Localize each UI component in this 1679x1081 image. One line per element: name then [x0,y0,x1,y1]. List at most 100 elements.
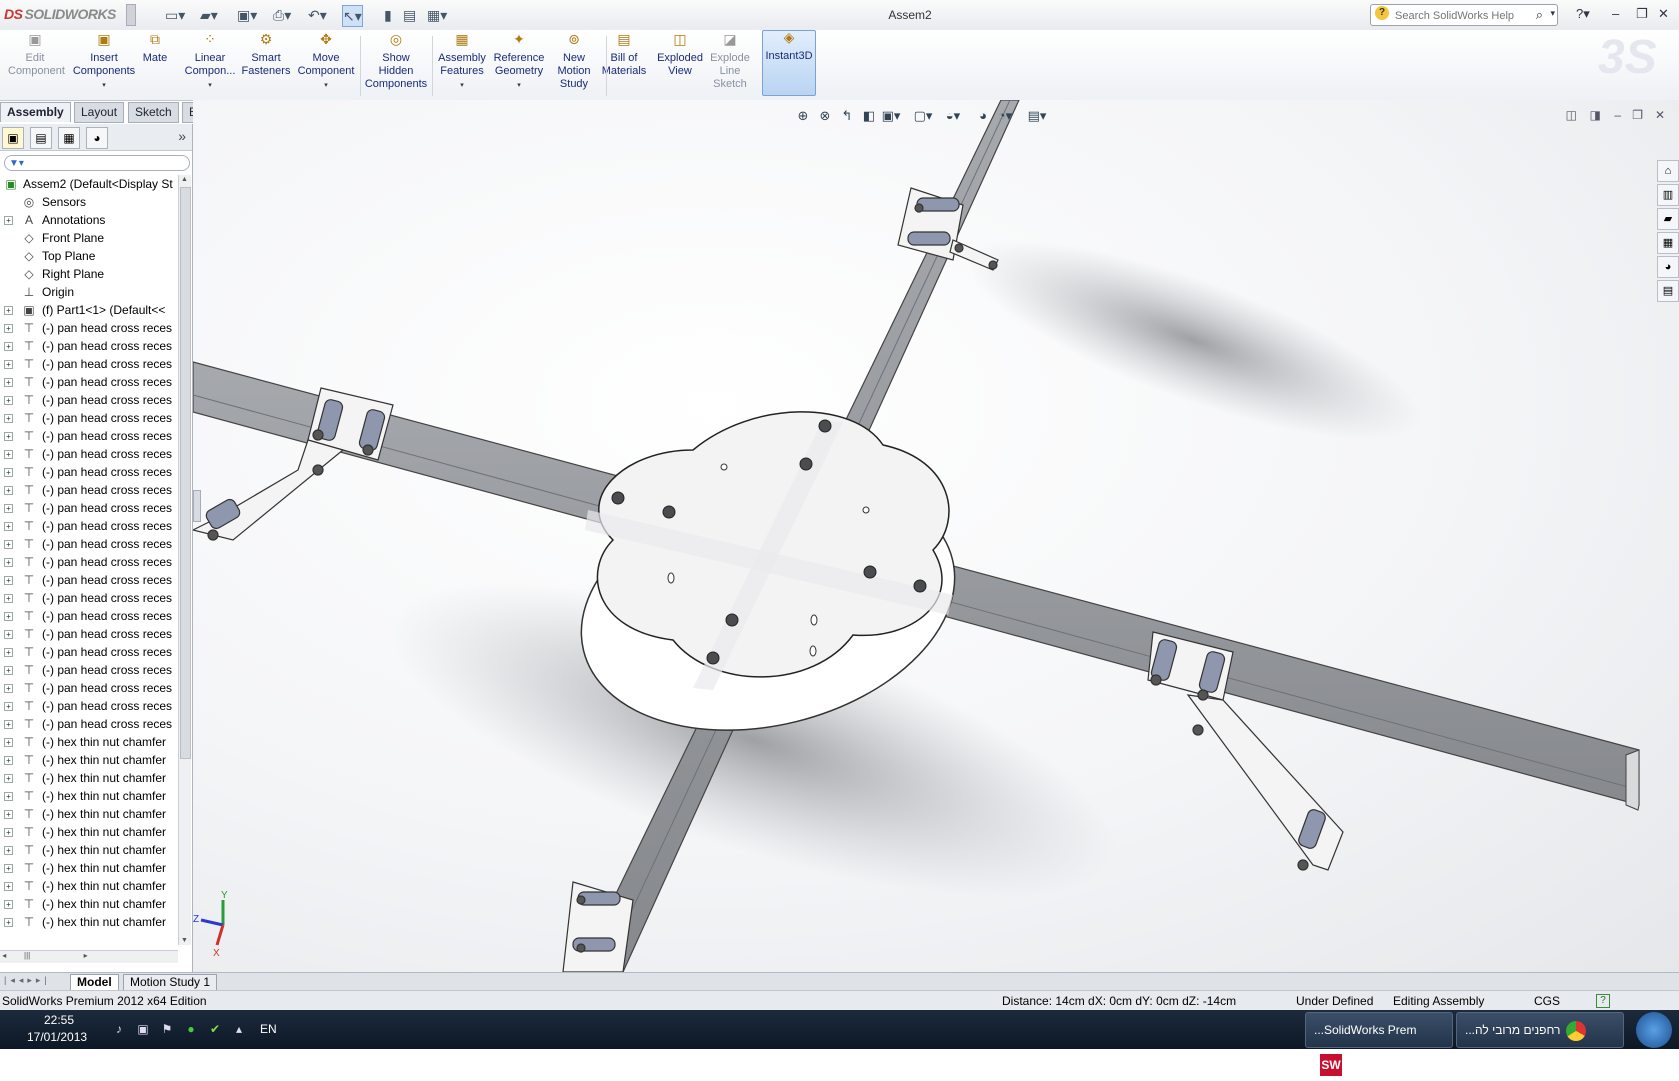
tree-item[interactable]: + ▣ (f) Part1<1> (Default<< [0,301,176,319]
sync-icon[interactable]: ✔ [208,1022,222,1036]
ribbon-button-mate[interactable]: ⧉ Mate [140,32,170,65]
clock-date[interactable]: 17/01/2013 [27,1030,87,1044]
tab-sketch[interactable]: Sketch [128,102,179,123]
tree-horizontal-scrollbar[interactable]: ◂ ||| ▸ [0,950,178,963]
ribbon-button-show-hidden[interactable]: ◎ Show Hidden Components [364,32,428,91]
options-icon[interactable]: ▦▾ [427,5,447,25]
scroll-down-icon[interactable]: ▼ [181,937,188,944]
rebuild-icon[interactable]: ▮ [384,5,392,25]
new-document-icon[interactable]: ▭▾ [165,5,185,25]
expand-icon[interactable]: + [4,918,13,927]
expand-icon[interactable]: + [4,900,13,909]
security-icon[interactable]: ● [184,1022,198,1036]
tree-item[interactable]: ◇ Right Plane [0,265,176,283]
tree-item[interactable]: + ⊤ (-) hex thin nut chamfer [0,877,176,895]
assembly-model-view[interactable] [193,100,1679,972]
expand-icon[interactable]: + [4,504,13,513]
tree-item[interactable]: + ⊤ (-) pan head cross reces [0,319,176,337]
ribbon-button-bom[interactable]: ▤ Bill of Materials [600,32,648,78]
expand-icon[interactable]: + [4,378,13,387]
dropdown-arrow-icon[interactable]: ▾ [296,79,356,92]
tree-item[interactable]: ⊥ Origin [0,283,176,301]
expand-icon[interactable]: + [4,558,13,567]
property-manager-tab-icon[interactable]: ▤ [30,127,52,149]
split-view-icon[interactable]: ◫ [1566,108,1577,122]
expand-icon[interactable]: + [4,720,13,729]
tab-scroll-arrows-icon[interactable]: |◂◂▸▸| [4,975,51,986]
tree-item[interactable]: + ⊤ (-) pan head cross reces [0,715,176,733]
expand-icon[interactable]: + [4,738,13,747]
tree-item[interactable]: + ⊤ (-) pan head cross reces [0,661,176,679]
tree-item[interactable]: + ⊤ (-) pan head cross reces [0,481,176,499]
ribbon-button-linear-pattern[interactable]: ⁘ Linear Compon... ▾ [184,32,236,92]
network-icon[interactable]: ▣ [136,1022,150,1036]
hide-show-items-icon[interactable]: ◒▾ [943,106,963,126]
doc-minimize-icon[interactable]: – [1614,108,1621,122]
expand-icon[interactable]: + [4,414,13,423]
expand-icon[interactable]: + [4,306,13,315]
tree-item[interactable]: + ⊤ (-) pan head cross reces [0,391,176,409]
dropdown-arrow-icon[interactable]: ▾ [184,79,236,92]
doc-restore-icon[interactable]: ❐ [1632,108,1643,122]
expand-icon[interactable]: + [4,612,13,621]
close-icon[interactable]: ✕ [1658,6,1669,22]
expand-icon[interactable]: + [4,666,13,675]
expand-icon[interactable]: + [4,882,13,891]
ribbon-button-smart-fasteners[interactable]: ⚙ Smart Fasteners [240,32,292,78]
tree-item[interactable]: + ⊤ (-) hex thin nut chamfer [0,823,176,841]
doc-close-icon[interactable]: ✕ [1655,108,1665,122]
ribbon-button-exploded-view[interactable]: ◫ Exploded View [655,32,705,78]
solidworks-logo[interactable]: DS SOLIDWORKS [4,6,116,22]
taskbar-browser[interactable]: ...רחפנים מרובי לה [1456,1012,1624,1048]
tree-item[interactable]: + ⊤ (-) pan head cross reces [0,499,176,517]
taskbar-solidworks[interactable]: ...SolidWorks Prem SW [1305,1012,1453,1076]
tree-item[interactable]: + ⊤ (-) hex thin nut chamfer [0,895,176,913]
expand-icon[interactable]: + [4,792,13,801]
display-style-icon[interactable]: ▢▾ [913,106,933,126]
save-icon[interactable]: ▣▾ [237,5,257,25]
undo-icon[interactable]: ↶▾ [308,5,327,25]
volume-icon[interactable]: ♪ [112,1022,126,1036]
appearances-icon[interactable]: ◕ [1657,256,1679,278]
tree-item[interactable]: + ⊤ (-) pan head cross reces [0,643,176,661]
input-language[interactable]: EN [260,1022,277,1036]
tree-item[interactable]: + ⊤ (-) hex thin nut chamfer [0,841,176,859]
dropdown-arrow-icon[interactable]: ▾ [436,79,488,92]
help-status-icon[interactable]: ? [1596,994,1610,1008]
tree-item[interactable]: + ⊤ (-) pan head cross reces [0,373,176,391]
expand-icon[interactable]: + [4,630,13,639]
tree-item[interactable]: + ⊤ (-) pan head cross reces [0,463,176,481]
expand-icon[interactable]: + [4,774,13,783]
tree-item[interactable]: + ⊤ (-) hex thin nut chamfer [0,805,176,823]
tree-root-assembly[interactable]: ▣ Assem2 (Default<Display St [0,175,176,193]
section-view-icon[interactable]: ◧ [859,106,879,126]
restore-icon[interactable]: ❐ [1636,6,1648,22]
expand-icon[interactable]: + [4,216,13,225]
scroll-thumb[interactable] [180,187,191,759]
start-button[interactable] [1636,1012,1672,1048]
tree-item[interactable]: + ⊤ (-) pan head cross reces [0,697,176,715]
expand-icon[interactable]: + [4,576,13,585]
expand-icon[interactable]: + [4,828,13,837]
expand-icon[interactable]: + [4,360,13,369]
tab-model[interactable]: Model [70,974,119,991]
ribbon-button-assembly-features[interactable]: ▦ Assembly Features ▾ [436,32,488,92]
graphics-area[interactable]: ⊕ ⊗ ↰ ◧ ▣▾ ▢▾ ◒▾ ◕ ◔▾ ▤▾ ◫ ◨ – ❐ ✕ ⌂ ▥ ▰… [193,100,1679,972]
open-folder-icon[interactable]: ▰▾ [200,5,218,25]
tab-motion-study[interactable]: Motion Study 1 [123,974,218,991]
help-search-input[interactable] [1393,7,1537,24]
solidworks-resources-icon[interactable]: ⌂ [1657,160,1679,182]
expand-icon[interactable]: + [4,594,13,603]
tree-vertical-scrollbar[interactable]: ▲ ▼ [178,175,191,945]
file-properties-icon[interactable]: ▤ [403,5,416,25]
tab-layout[interactable]: Layout [74,102,125,123]
apply-scene-icon[interactable]: ◔▾ [995,106,1015,126]
expand-icon[interactable]: + [4,540,13,549]
show-hidden-tray-icon[interactable]: ▴ [232,1022,246,1036]
file-explorer-icon[interactable]: ▰ [1657,208,1679,230]
tree-item[interactable]: + ⊤ (-) hex thin nut chamfer [0,859,176,877]
ribbon-button-edit-component[interactable]: ▣ Edit Component [8,32,65,78]
expand-icon[interactable]: + [4,396,13,405]
help-search-box[interactable]: ? ⌕ ▾ [1370,4,1558,26]
dropdown-arrow-icon[interactable]: ▾ [490,79,548,92]
